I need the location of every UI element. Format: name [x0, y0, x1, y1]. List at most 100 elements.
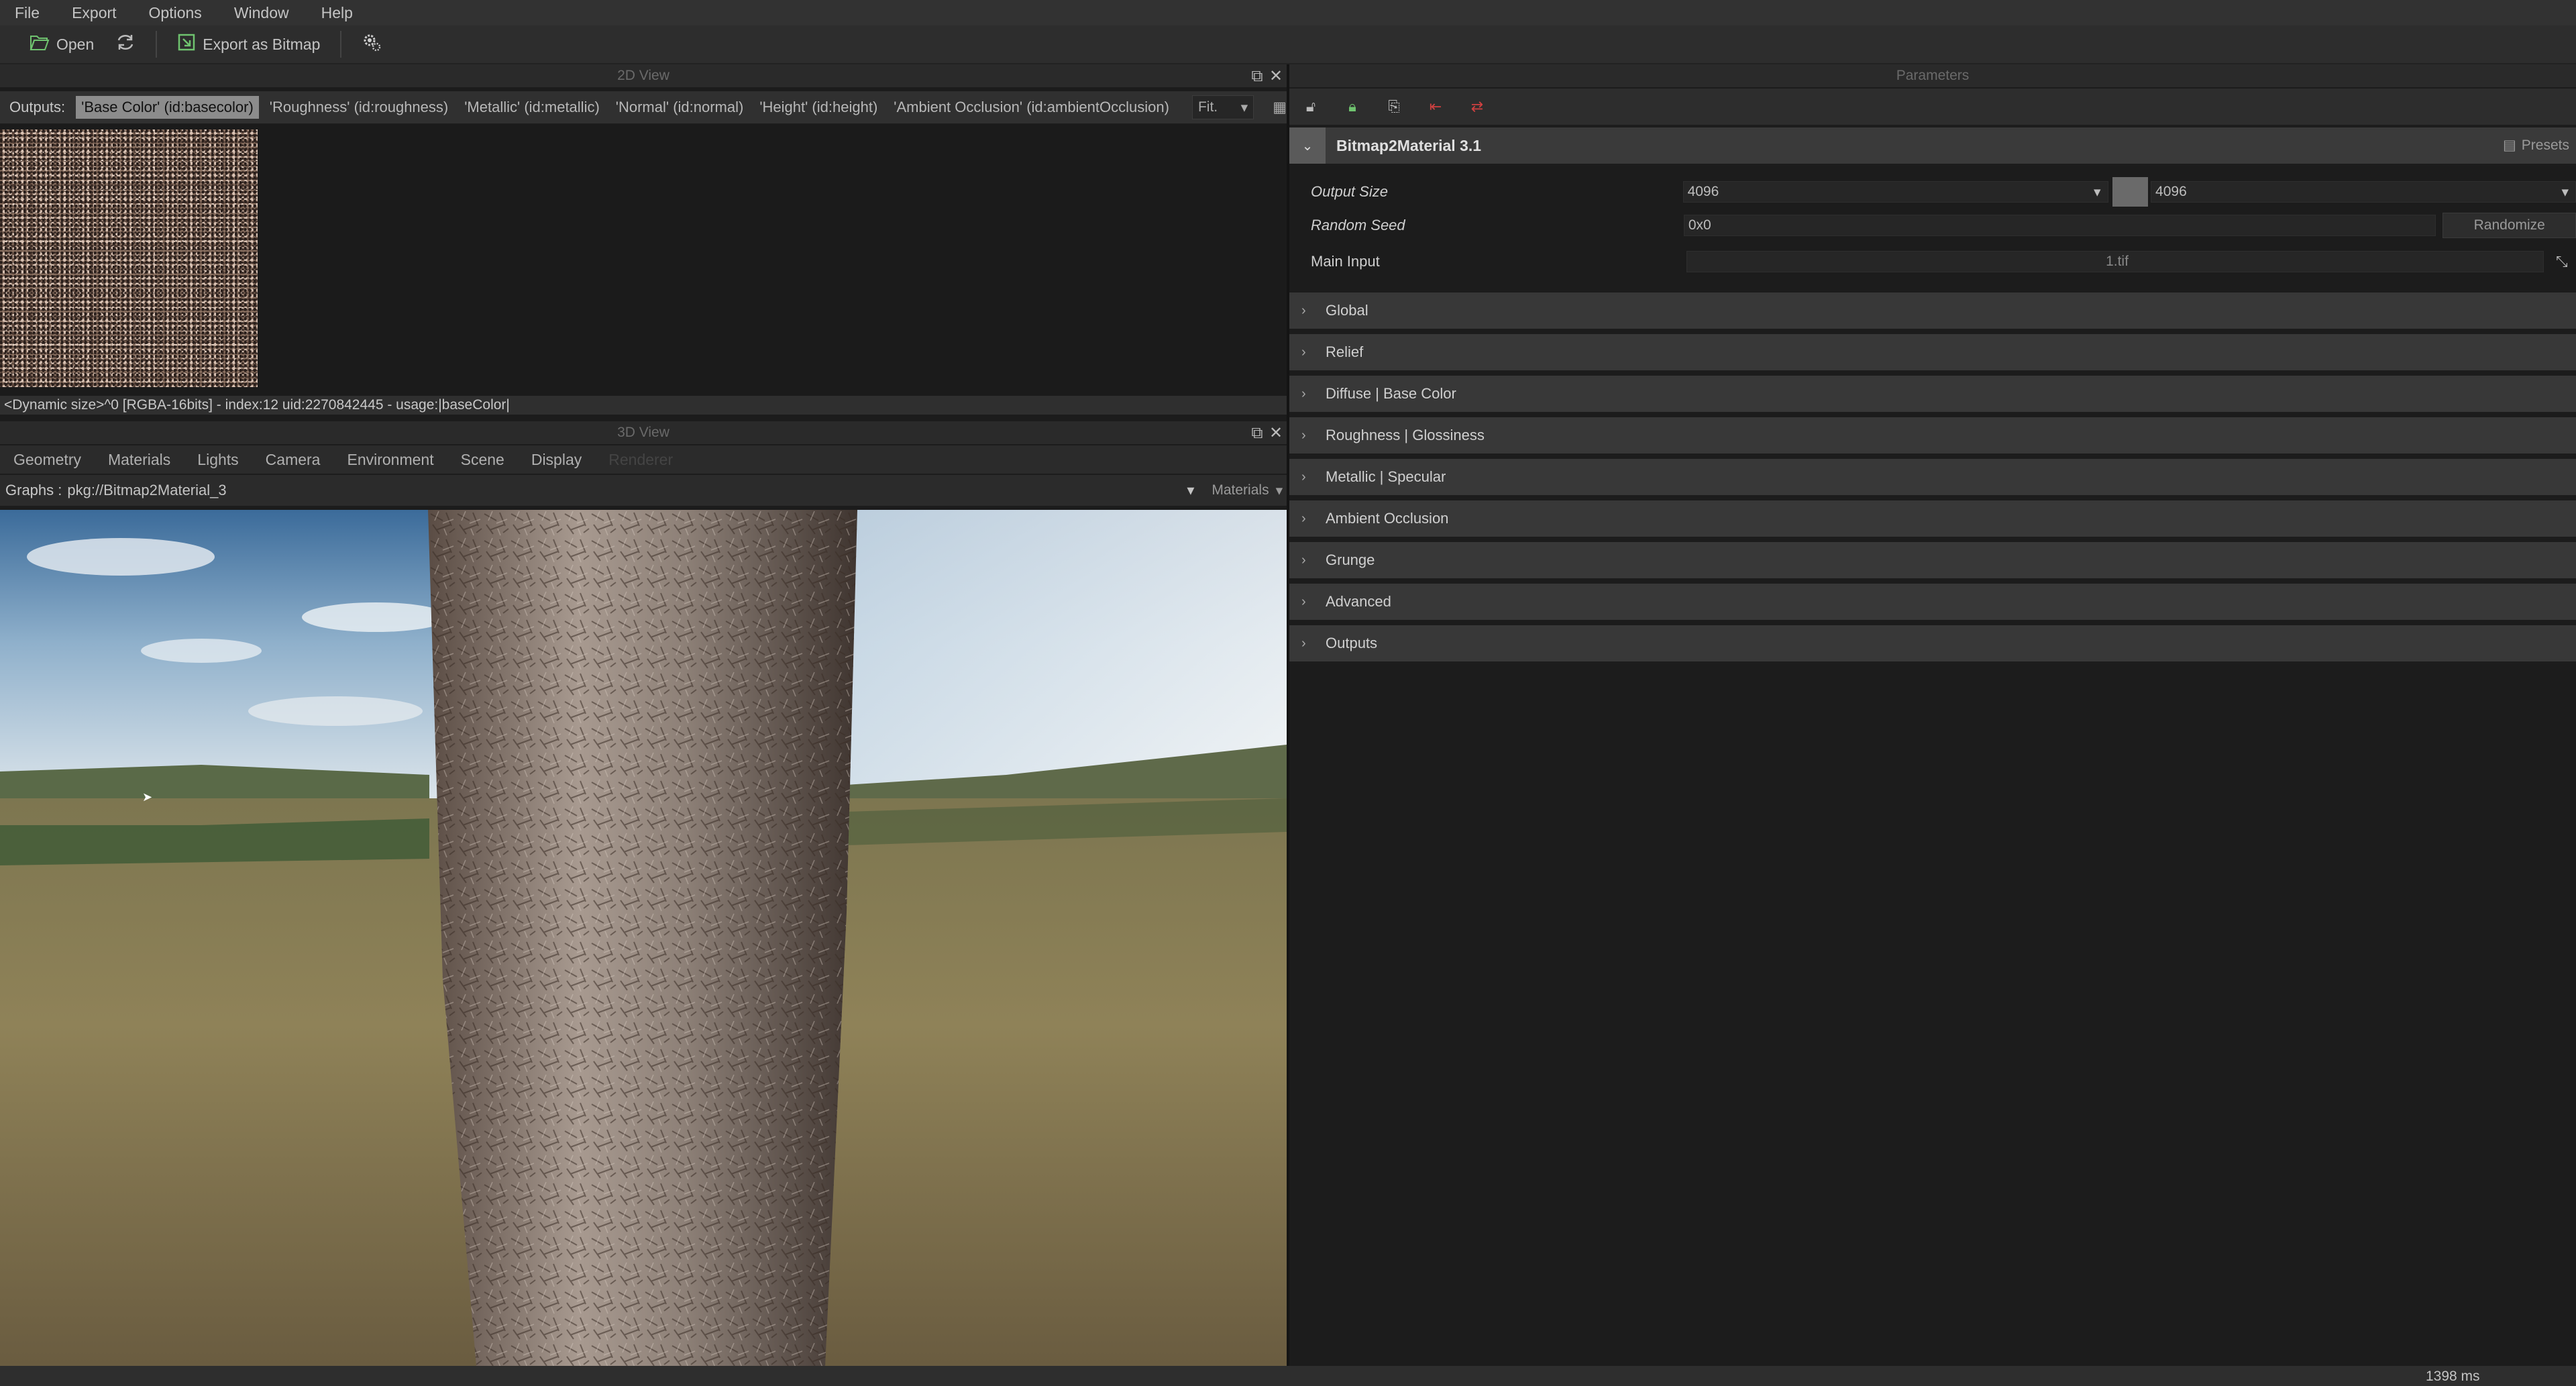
refresh-icon — [115, 34, 136, 55]
output-tab-basecolor[interactable]: 'Base Color' (id:basecolor) — [76, 96, 259, 119]
export-bitmap-button[interactable]: Export as Bitmap — [170, 29, 327, 60]
collapse-arrows-icon[interactable]: ⤡ — [2556, 253, 2568, 270]
output-size-row: Output Size 4096 ▾ 4096 ▾ — [1289, 177, 2576, 207]
section-label: Roughness | Glossiness — [1326, 427, 1485, 443]
tab-scene[interactable]: Scene — [461, 451, 504, 469]
open-button[interactable]: Open — [23, 29, 101, 60]
render-time: 1398 ms — [2426, 1369, 2480, 1384]
3d-view-title-bar: 3D View ⧉ ✕ — [0, 421, 1287, 444]
tab-camera[interactable]: Camera — [266, 451, 321, 469]
section-ambient-occlusion[interactable]: › Ambient Occlusion — [1289, 500, 2576, 537]
section-outputs[interactable]: › Outputs — [1289, 625, 2576, 661]
output-size-label: Output Size — [1311, 183, 1388, 200]
presets-label: Presets — [2521, 137, 2569, 153]
graph-name: Bitmap2Material 3.1 — [1336, 136, 1482, 154]
tab-lights[interactable]: Lights — [197, 451, 238, 469]
output-tab-roughness[interactable]: 'Roughness' (id:roughness) — [264, 96, 453, 119]
3d-viewport[interactable]: ➤ — [0, 510, 1287, 1366]
section-metallic-specular[interactable]: › Metallic | Specular — [1289, 459, 2576, 495]
view-options-icon[interactable]: ▦ — [1273, 99, 1287, 116]
toolbar-divider — [156, 31, 158, 58]
close-icon[interactable]: ✕ — [1268, 425, 1284, 441]
tab-display[interactable]: Display — [531, 451, 582, 469]
3d-view-menu: Geometry Materials Lights Camera Environ… — [0, 445, 1287, 474]
menu-export[interactable]: Export — [57, 4, 133, 22]
main-input-field[interactable]: 1.tif — [1686, 251, 2544, 272]
chevron-right-icon: › — [1301, 511, 1306, 526]
chevron-down-icon: ▾ — [2561, 184, 2569, 200]
section-advanced[interactable]: › Advanced — [1289, 584, 2576, 620]
chevron-right-icon: › — [1301, 635, 1306, 651]
toolbar-divider — [340, 31, 342, 58]
float-icon[interactable]: ⧉ — [1249, 68, 1265, 85]
chevron-right-icon: › — [1301, 386, 1306, 401]
main-input-label: Main Input — [1311, 253, 1380, 270]
link-icon[interactable]: ⎘ — [1386, 99, 1402, 115]
chevron-right-icon: › — [1301, 594, 1306, 609]
section-label: Grunge — [1326, 551, 1375, 568]
menu-help[interactable]: Help — [307, 4, 370, 22]
menu-window[interactable]: Window — [219, 4, 307, 22]
link-size-toggle[interactable] — [2112, 177, 2149, 207]
status-bar: 1398 ms — [0, 1366, 2576, 1386]
tab-geometry[interactable]: Geometry — [13, 451, 81, 469]
tab-materials[interactable]: Materials — [108, 451, 170, 469]
2d-view-title-bar: 2D View ⧉ ✕ — [0, 64, 1287, 87]
chevron-right-icon: › — [1301, 427, 1306, 443]
output-tab-ambient-occlusion[interactable]: 'Ambient Occlusion' (id:ambientOcclusion… — [888, 96, 1175, 119]
mouse-cursor-icon: ➤ — [142, 790, 153, 804]
texture-preview — [0, 129, 258, 387]
chevron-down-icon: ▾ — [1275, 482, 1283, 498]
output-tab-normal[interactable]: 'Normal' (id:normal) — [610, 96, 749, 119]
menu-file[interactable]: File — [0, 4, 57, 22]
parameters-title-bar: Parameters — [1289, 64, 2576, 87]
tab-environment[interactable]: Environment — [347, 451, 433, 469]
swap-icon[interactable]: ⇄ — [1469, 99, 1485, 115]
reset-icon[interactable]: ⇤ — [1428, 99, 1444, 115]
graph-dropdown[interactable]: pkg://Bitmap2Material_3 ▾ — [67, 480, 1201, 501]
toolbar: Open Export as Bitmap — [0, 25, 2576, 64]
graphs-row: Graphs : pkg://Bitmap2Material_3 ▾ Mater… — [0, 475, 1287, 506]
section-label: Global — [1326, 302, 1368, 319]
reload-button[interactable] — [109, 29, 142, 60]
fit-value: Fit. — [1197, 99, 1218, 115]
outputs-bar: Outputs: 'Base Color' (id:basecolor) 'Ro… — [0, 91, 1287, 123]
output-tab-metallic[interactable]: 'Metallic' (id:metallic) — [459, 96, 605, 119]
main-input-row: Main Input 1.tif ⤡ — [1289, 248, 2576, 275]
presets-button[interactable]: ▤ Presets — [2503, 137, 2569, 154]
output-tab-height[interactable]: 'Height' (id:height) — [754, 96, 883, 119]
chevron-right-icon: › — [1301, 552, 1306, 568]
chevron-right-icon: › — [1301, 469, 1306, 484]
randomize-button[interactable]: Randomize — [2443, 213, 2576, 238]
section-relief[interactable]: › Relief — [1289, 334, 2576, 370]
random-seed-input[interactable]: 0x0 — [1683, 215, 2436, 236]
section-label: Relief — [1326, 343, 1364, 360]
outputs-label: Outputs: — [9, 99, 66, 115]
materials-dropdown[interactable]: Materials ▾ — [1212, 482, 1283, 499]
randomize-label: Randomize — [2473, 217, 2545, 233]
section-roughness-glossiness[interactable]: › Roughness | Glossiness — [1289, 417, 2576, 454]
section-label: Ambient Occlusion — [1326, 510, 1449, 527]
float-icon[interactable]: ⧉ — [1249, 425, 1265, 441]
chevron-down-icon: ▾ — [1240, 99, 1248, 115]
settings-button[interactable] — [355, 29, 388, 60]
random-seed-value: 0x0 — [1688, 217, 1711, 233]
graphs-label: Graphs : — [5, 482, 62, 498]
chevron-down-icon[interactable]: ⌄ — [1289, 127, 1326, 164]
section-label: Advanced — [1326, 593, 1391, 610]
menu-options[interactable]: Options — [134, 4, 219, 22]
section-diffuse-base-color[interactable]: › Diffuse | Base Color — [1289, 376, 2576, 412]
section-label: Diffuse | Base Color — [1326, 385, 1456, 402]
graph-header[interactable]: ⌄ Bitmap2Material 3.1 ▤ Presets — [1289, 127, 2576, 164]
section-global[interactable]: › Global — [1289, 292, 2576, 329]
fit-dropdown[interactable]: Fit. ▾ — [1191, 95, 1254, 119]
lock-icon[interactable]: 🔓︎ — [1303, 99, 1319, 115]
materials-label: Materials — [1212, 482, 1269, 498]
close-icon[interactable]: ✕ — [1268, 68, 1284, 85]
section-grunge[interactable]: › Grunge — [1289, 542, 2576, 578]
output-size-width-select[interactable]: 4096 ▾ — [1682, 181, 2108, 203]
output-size-height-select[interactable]: 4096 ▾ — [2151, 181, 2576, 203]
3d-view-title: 3D View — [617, 425, 669, 440]
lock-green-icon[interactable]: 🔒︎ — [1344, 99, 1360, 115]
tab-renderer[interactable]: Renderer — [608, 451, 673, 469]
